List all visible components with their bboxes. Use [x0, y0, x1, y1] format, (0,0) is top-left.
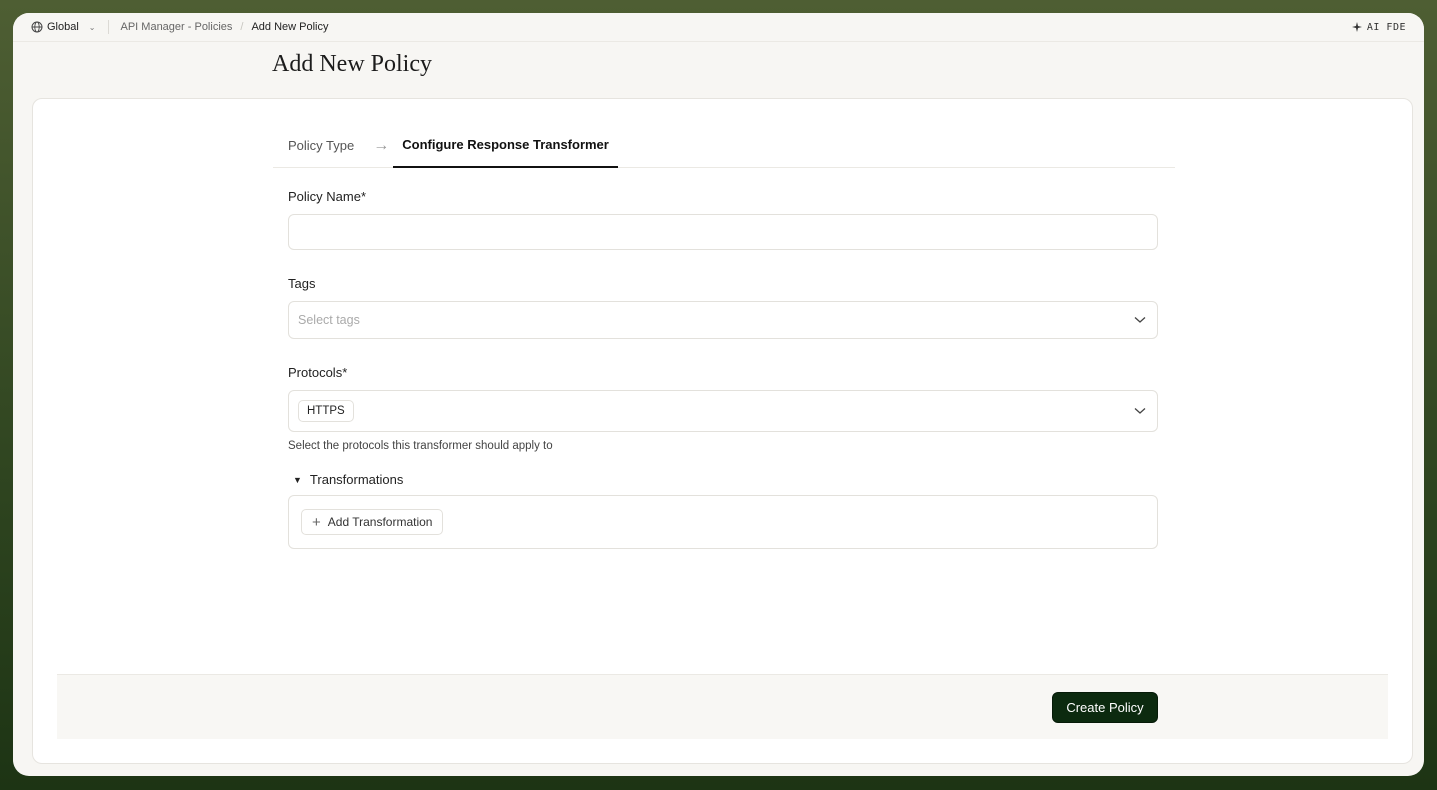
- protocol-chip-https[interactable]: HTTPS: [298, 400, 354, 422]
- add-transformation-label: Add Transformation: [327, 515, 433, 529]
- protocols-help-text: Select the protocols this transformer sh…: [288, 440, 553, 452]
- chevron-down-icon: [1134, 317, 1146, 323]
- policy-form-card: Policy Type → Configure Response Transfo…: [32, 98, 1413, 764]
- divider: [107, 20, 109, 34]
- protocols-select[interactable]: HTTPS: [288, 390, 1158, 432]
- step-configure-response-transformer[interactable]: Configure Response Transformer: [393, 124, 618, 168]
- tags-select[interactable]: Select tags: [288, 301, 1158, 339]
- tags-label: Tags: [288, 276, 316, 291]
- breadcrumb-policies[interactable]: API Manager - Policies: [121, 21, 233, 33]
- plus-icon: +: [312, 513, 321, 531]
- ai-assistant-label: AI FDE: [1366, 21, 1406, 33]
- ai-assistant-button[interactable]: AI FDE: [1351, 21, 1406, 33]
- globe-icon: [31, 21, 43, 33]
- workspace-switcher[interactable]: Global ⌄: [31, 21, 96, 33]
- breadcrumb-current: Add New Policy: [251, 21, 329, 33]
- tags-placeholder: Select tags: [298, 313, 360, 327]
- triangle-down-icon: ▼: [293, 474, 302, 485]
- policy-name-label: Policy Name*: [288, 189, 367, 204]
- policy-form: Policy Name* Tags Select tags Protocols*…: [288, 189, 1158, 549]
- stepper: Policy Type → Configure Response Transfo…: [273, 124, 1175, 168]
- transformations-label: Transformations: [309, 472, 404, 487]
- transformations-panel: + Add Transformation: [288, 495, 1158, 549]
- add-transformation-button[interactable]: + Add Transformation: [301, 509, 444, 535]
- policy-name-input[interactable]: [288, 214, 1158, 250]
- create-policy-button[interactable]: Create Policy: [1052, 692, 1158, 723]
- breadcrumb-separator: /: [240, 21, 244, 33]
- chevron-down-icon: [1134, 408, 1146, 414]
- form-footer: Create Policy: [57, 674, 1388, 739]
- step-policy-type[interactable]: Policy Type: [273, 124, 369, 168]
- top-bar: Global ⌄ API Manager - Policies / Add Ne…: [13, 13, 1424, 42]
- sparkle-icon: [1351, 22, 1362, 32]
- app-window: Global ⌄ API Manager - Policies / Add Ne…: [13, 13, 1424, 776]
- page-title: Add New Policy: [272, 51, 432, 77]
- arrow-right-icon: →: [373, 136, 390, 154]
- transformations-toggle[interactable]: ▼ Transformations: [293, 472, 1158, 487]
- chevron-down-icon: ⌄: [88, 22, 96, 32]
- protocols-label: Protocols*: [288, 365, 348, 380]
- workspace-label: Global: [47, 21, 79, 33]
